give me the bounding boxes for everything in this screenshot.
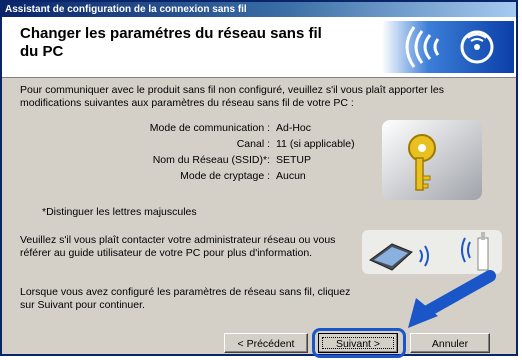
window-title: Assistant de configuration de la connexi… xyxy=(2,2,516,17)
param-value: 11 (si applicable) xyxy=(276,138,355,150)
param-label: Canal : xyxy=(236,138,270,150)
wireless-signal-icon xyxy=(382,21,514,73)
key-icon xyxy=(382,120,482,200)
cancel-button[interactable]: Annuler xyxy=(410,333,490,353)
network-illustration xyxy=(362,230,502,274)
param-value: SETUP xyxy=(276,154,312,166)
next-button[interactable]: Suivant > xyxy=(318,333,398,353)
param-label: Nom du Réseau (SSID)*: xyxy=(152,154,270,166)
param-value: Aucun xyxy=(276,170,306,182)
contact-text: Veuillez s'il vous plaît contacter votre… xyxy=(20,234,336,259)
pointer-arrow-icon xyxy=(408,270,496,328)
intro-text: Pour communiquer avec le produit sans fi… xyxy=(20,84,444,109)
finish-text: Lorsque vous avez configuré les paramètr… xyxy=(20,286,351,311)
case-note: *Distinguer les lettres majuscules xyxy=(42,206,197,218)
param-label: Mode de communication : xyxy=(149,122,270,134)
access-point-icon xyxy=(477,232,489,271)
previous-button[interactable]: < Précédent xyxy=(224,333,308,353)
page-title: Changer les paramétres du réseau sans fi… xyxy=(20,25,322,60)
param-value: Ad-Hoc xyxy=(276,122,312,134)
wizard-window: Assistant de configuration de la connexi… xyxy=(0,0,518,358)
param-label: Mode de cryptage : xyxy=(180,170,270,182)
header-panel: Changer les paramétres du réseau sans fi… xyxy=(2,17,516,78)
